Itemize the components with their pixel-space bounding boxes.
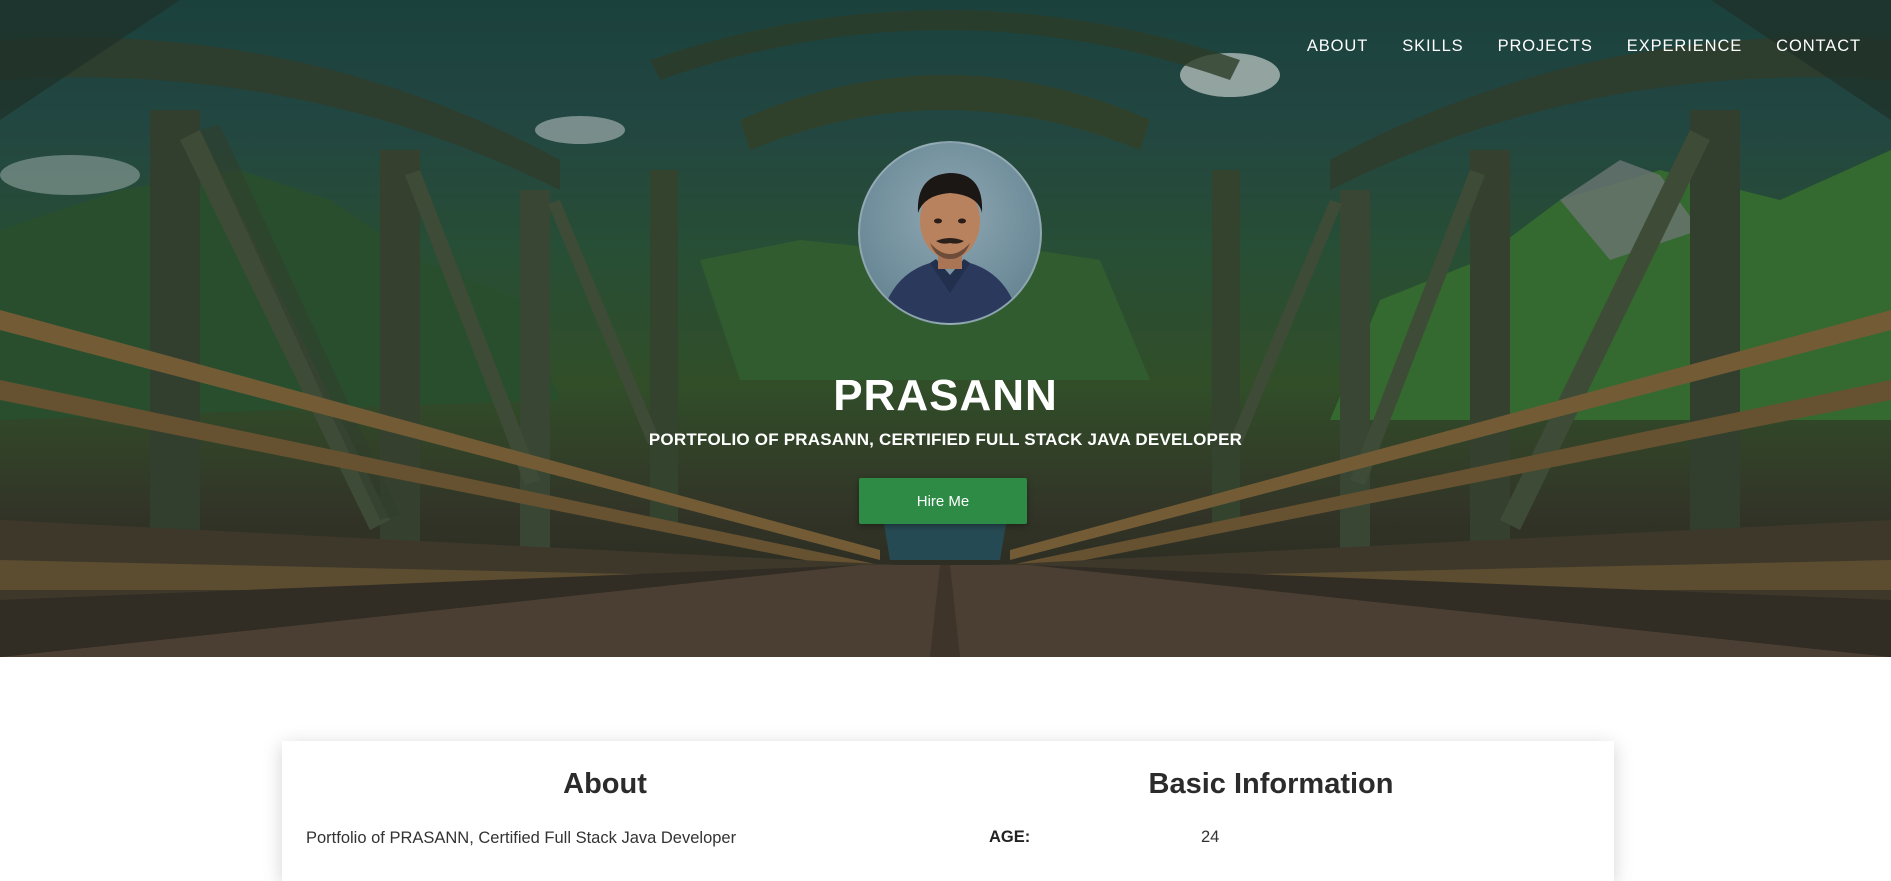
hero-name: PRASANN (833, 371, 1058, 420)
age-label: AGE: (989, 828, 1031, 846)
nav-skills-link[interactable]: SKILLS (1402, 36, 1463, 56)
hero-section: ABOUT SKILLS PROJECTS EXPERIENCE CONTACT… (0, 0, 1891, 657)
about-heading: About (563, 768, 647, 800)
profile-photo (880, 173, 1020, 323)
nav-contact-link[interactable]: CONTACT (1776, 36, 1861, 56)
nav-projects-link[interactable]: PROJECTS (1498, 36, 1593, 56)
age-value: 24 (1201, 828, 1220, 846)
top-navigation: ABOUT SKILLS PROJECTS EXPERIENCE CONTACT (1273, 36, 1861, 56)
basic-info-heading: Basic Information (1148, 768, 1394, 800)
about-card: About Basic Information Portfolio of PRA… (282, 741, 1614, 881)
nav-experience-link[interactable]: EXPERIENCE (1627, 36, 1742, 56)
hero-subtitle: PORTFOLIO OF PRASANN, CERTIFIED FULL STA… (648, 430, 1243, 449)
about-text: Portfolio of PRASANN, Certified Full Sta… (306, 829, 737, 847)
nav-about-link[interactable]: ABOUT (1307, 36, 1368, 56)
profile-avatar (858, 141, 1042, 325)
hero-overlay (0, 0, 1891, 657)
hire-me-button[interactable]: Hire Me (859, 478, 1027, 524)
